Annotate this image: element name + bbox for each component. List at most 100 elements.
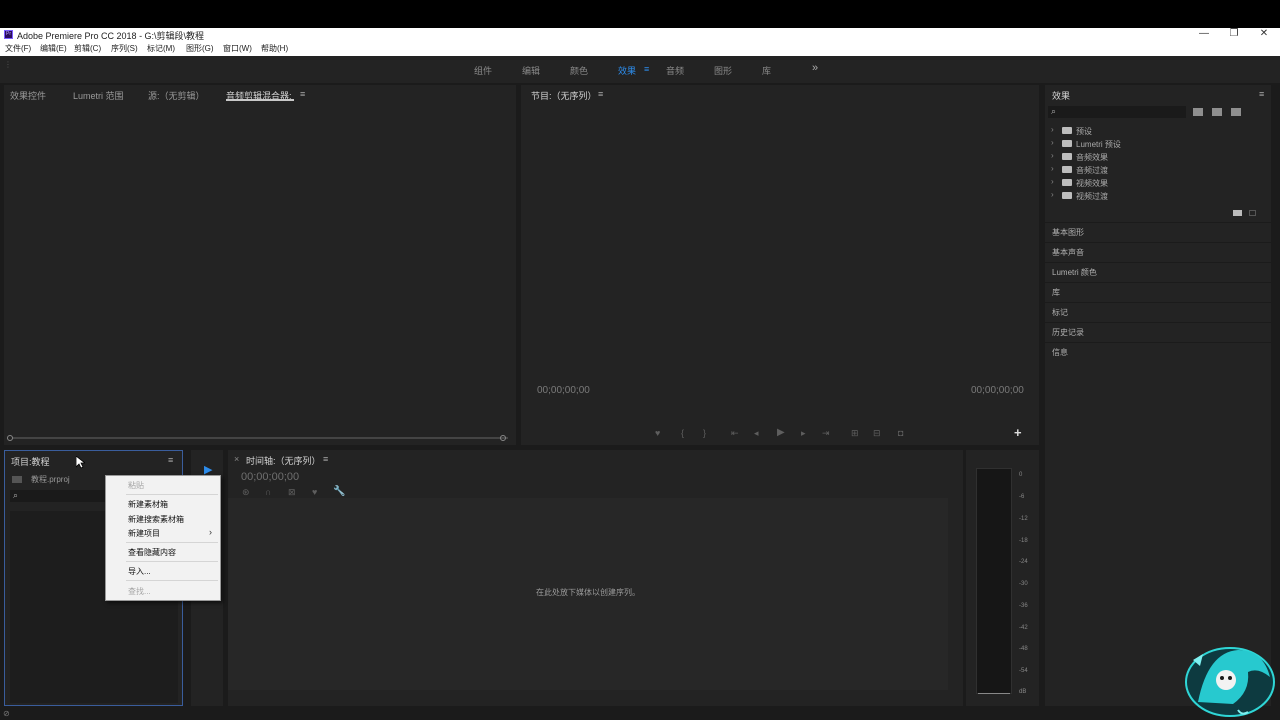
button-editor-add-icon[interactable]: + — [1014, 425, 1022, 440]
delete-icon[interactable] — [1249, 210, 1256, 216]
grip-icon: ⋮ — [4, 60, 12, 69]
extract-icon[interactable]: ⊟ — [873, 428, 881, 439]
menu-clip[interactable]: 剪辑(C) — [74, 43, 101, 54]
panel-menu-icon[interactable]: ≡ — [323, 454, 328, 464]
context-menu-item-new-item[interactable]: 新建项目 — [128, 528, 160, 539]
folder-icon — [1062, 192, 1072, 199]
workspace-menu-icon[interactable]: ≡ — [644, 64, 649, 74]
step-back-icon[interactable]: ◂ — [754, 428, 759, 439]
panel-lumetri-color[interactable]: Lumetri 颜色 — [1045, 262, 1271, 282]
nest-toggle-icon[interactable]: ⊛ — [242, 487, 250, 498]
menu-file[interactable]: 文件(F) — [5, 43, 31, 54]
mark-in-icon[interactable]: { — [681, 428, 684, 438]
context-menu-item-import[interactable]: 导入... — [128, 566, 151, 577]
horizontal-scrollbar[interactable] — [12, 437, 508, 439]
menu-markers[interactable]: 标记(M) — [147, 43, 175, 54]
effects-folder-presets[interactable]: › 预设 — [1045, 125, 1275, 138]
add-marker-icon[interactable]: ♥ — [312, 487, 317, 497]
effects-folder-lumetri-presets[interactable]: › Lumetri 预设 — [1045, 138, 1275, 151]
timeline-panel-title[interactable]: 时间轴:（无序列） — [246, 454, 321, 467]
panel-libraries[interactable]: 库 — [1045, 282, 1271, 302]
side-panel-label: 库 — [1052, 288, 1060, 297]
accelerated-effects-icon[interactable] — [1193, 108, 1203, 116]
chevron-right-icon[interactable]: › — [1051, 138, 1054, 147]
effects-panel-title[interactable]: 效果 — [1052, 89, 1070, 102]
effects-panel: 效果 ≡ ⌕ › 预设 › Lumetri 预设 › 音频效果 › 音频过渡 ›… — [1045, 85, 1271, 222]
restore-icon[interactable]: ❐ — [1226, 28, 1242, 39]
chevron-right-icon[interactable]: › — [1051, 125, 1054, 134]
context-menu-item-paste[interactable]: 粘贴 — [128, 480, 144, 491]
workspace-tab-audio[interactable]: 音频 — [666, 64, 684, 77]
export-frame-icon[interactable]: ◘ — [898, 428, 903, 438]
close-tab-icon[interactable]: × — [234, 454, 239, 464]
panel-menu-icon[interactable]: ≡ — [598, 89, 603, 99]
timeline-timecode[interactable]: 00;00;00;00 — [241, 471, 299, 483]
effects-search-input[interactable]: ⌕ — [1048, 106, 1186, 118]
32bit-effects-icon[interactable] — [1212, 108, 1222, 116]
menu-edit[interactable]: 编辑(E) — [40, 43, 67, 54]
panel-markers[interactable]: 标记 — [1045, 302, 1271, 322]
workspace-tab-effects[interactable]: 效果 — [618, 64, 636, 77]
workspace-tab-libraries[interactable]: 库 — [762, 64, 771, 77]
menu-separator — [126, 494, 218, 495]
panel-menu-icon[interactable]: ≡ — [300, 89, 305, 99]
panel-info[interactable]: 信息 — [1045, 342, 1271, 363]
effects-folder-audio-transitions[interactable]: › 音频过渡 — [1045, 164, 1275, 177]
tab-lumetri-scopes[interactable]: Lumetri 范围 — [73, 89, 124, 102]
context-menu-item-new-search-bin[interactable]: 新建搜索素材箱 — [128, 514, 184, 525]
search-icon: ⌕ — [13, 490, 19, 500]
snap-icon[interactable]: ∩ — [265, 487, 271, 497]
panel-essential-sound[interactable]: 基本声音 — [1045, 242, 1271, 262]
workspace-tab-editing[interactable]: 编辑 — [522, 64, 540, 77]
linked-selection-icon[interactable]: ⊠ — [288, 487, 296, 498]
project-file-icon — [12, 476, 22, 483]
folder-icon — [1062, 179, 1072, 186]
play-icon[interactable]: ▶ — [777, 427, 785, 438]
mark-out-icon[interactable]: } — [703, 428, 706, 438]
minimize-icon[interactable]: — — [1196, 28, 1212, 39]
context-menu-item-view-hidden[interactable]: 查看隐藏内容 — [128, 547, 176, 558]
chevron-right-icon[interactable]: › — [1051, 190, 1054, 199]
panel-menu-icon[interactable]: ≡ — [1259, 89, 1264, 99]
menu-sequence[interactable]: 序列(S) — [111, 43, 138, 54]
context-menu-item-new-bin[interactable]: 新建素材箱 — [128, 499, 168, 510]
program-panel-title[interactable]: 节目:（无序列） — [531, 89, 597, 102]
panel-essential-graphics[interactable]: 基本图形 — [1045, 222, 1271, 242]
search-icon: ⌕ — [1051, 106, 1057, 116]
effects-folder-video-transitions[interactable]: › 视频过渡 — [1045, 190, 1275, 203]
chevron-right-icon[interactable]: › — [1051, 177, 1054, 186]
side-panel-label: 基本声音 — [1052, 248, 1084, 257]
effects-folder-video-effects[interactable]: › 视频效果 — [1045, 177, 1275, 190]
wrench-icon[interactable]: 🔧 — [333, 486, 345, 497]
chevron-right-icon[interactable]: › — [1051, 164, 1054, 173]
go-to-in-icon[interactable]: ⇤ — [731, 428, 739, 439]
scroll-handle-left[interactable] — [7, 435, 13, 441]
project-search-input[interactable]: ⌕ — [10, 490, 110, 502]
project-panel-title[interactable]: 项目:教程 — [11, 455, 50, 468]
menu-window[interactable]: 窗口(W) — [223, 43, 252, 54]
workspace-overflow-icon[interactable]: » — [812, 62, 818, 74]
menu-help[interactable]: 帮助(H) — [261, 43, 288, 54]
go-to-out-icon[interactable]: ⇥ — [822, 428, 830, 439]
effects-folder-label: 音频过渡 — [1076, 166, 1108, 175]
close-icon[interactable]: ✕ — [1256, 28, 1272, 39]
tab-effect-controls[interactable]: 效果控件 — [10, 89, 46, 102]
yuv-effects-icon[interactable] — [1231, 108, 1241, 116]
step-forward-icon[interactable]: ▸ — [801, 428, 806, 439]
program-timecode-current[interactable]: 00;00;00;00 — [537, 385, 590, 396]
workspace-tab-graphics[interactable]: 图形 — [714, 64, 732, 77]
chevron-right-icon[interactable]: › — [1051, 151, 1054, 160]
effects-folder-audio-effects[interactable]: › 音频效果 — [1045, 151, 1275, 164]
workspace-tab-assembly[interactable]: 组件 — [474, 64, 492, 77]
add-marker-icon[interactable]: ♥ — [655, 428, 660, 438]
menu-graphics[interactable]: 图形(G) — [186, 43, 214, 54]
workspace-tab-color[interactable]: 颜色 — [570, 64, 588, 77]
panel-menu-icon[interactable]: ≡ — [168, 455, 173, 465]
context-menu-item-find[interactable]: 查找... — [128, 586, 151, 597]
new-custom-bin-icon[interactable] — [1233, 210, 1242, 216]
tab-source[interactable]: 源:（无剪辑） — [148, 89, 205, 102]
meter-tick: -48 — [1019, 646, 1028, 652]
lift-icon[interactable]: ⊞ — [851, 428, 859, 439]
panel-history[interactable]: 历史记录 — [1045, 322, 1271, 342]
scroll-handle-right[interactable] — [500, 435, 506, 441]
